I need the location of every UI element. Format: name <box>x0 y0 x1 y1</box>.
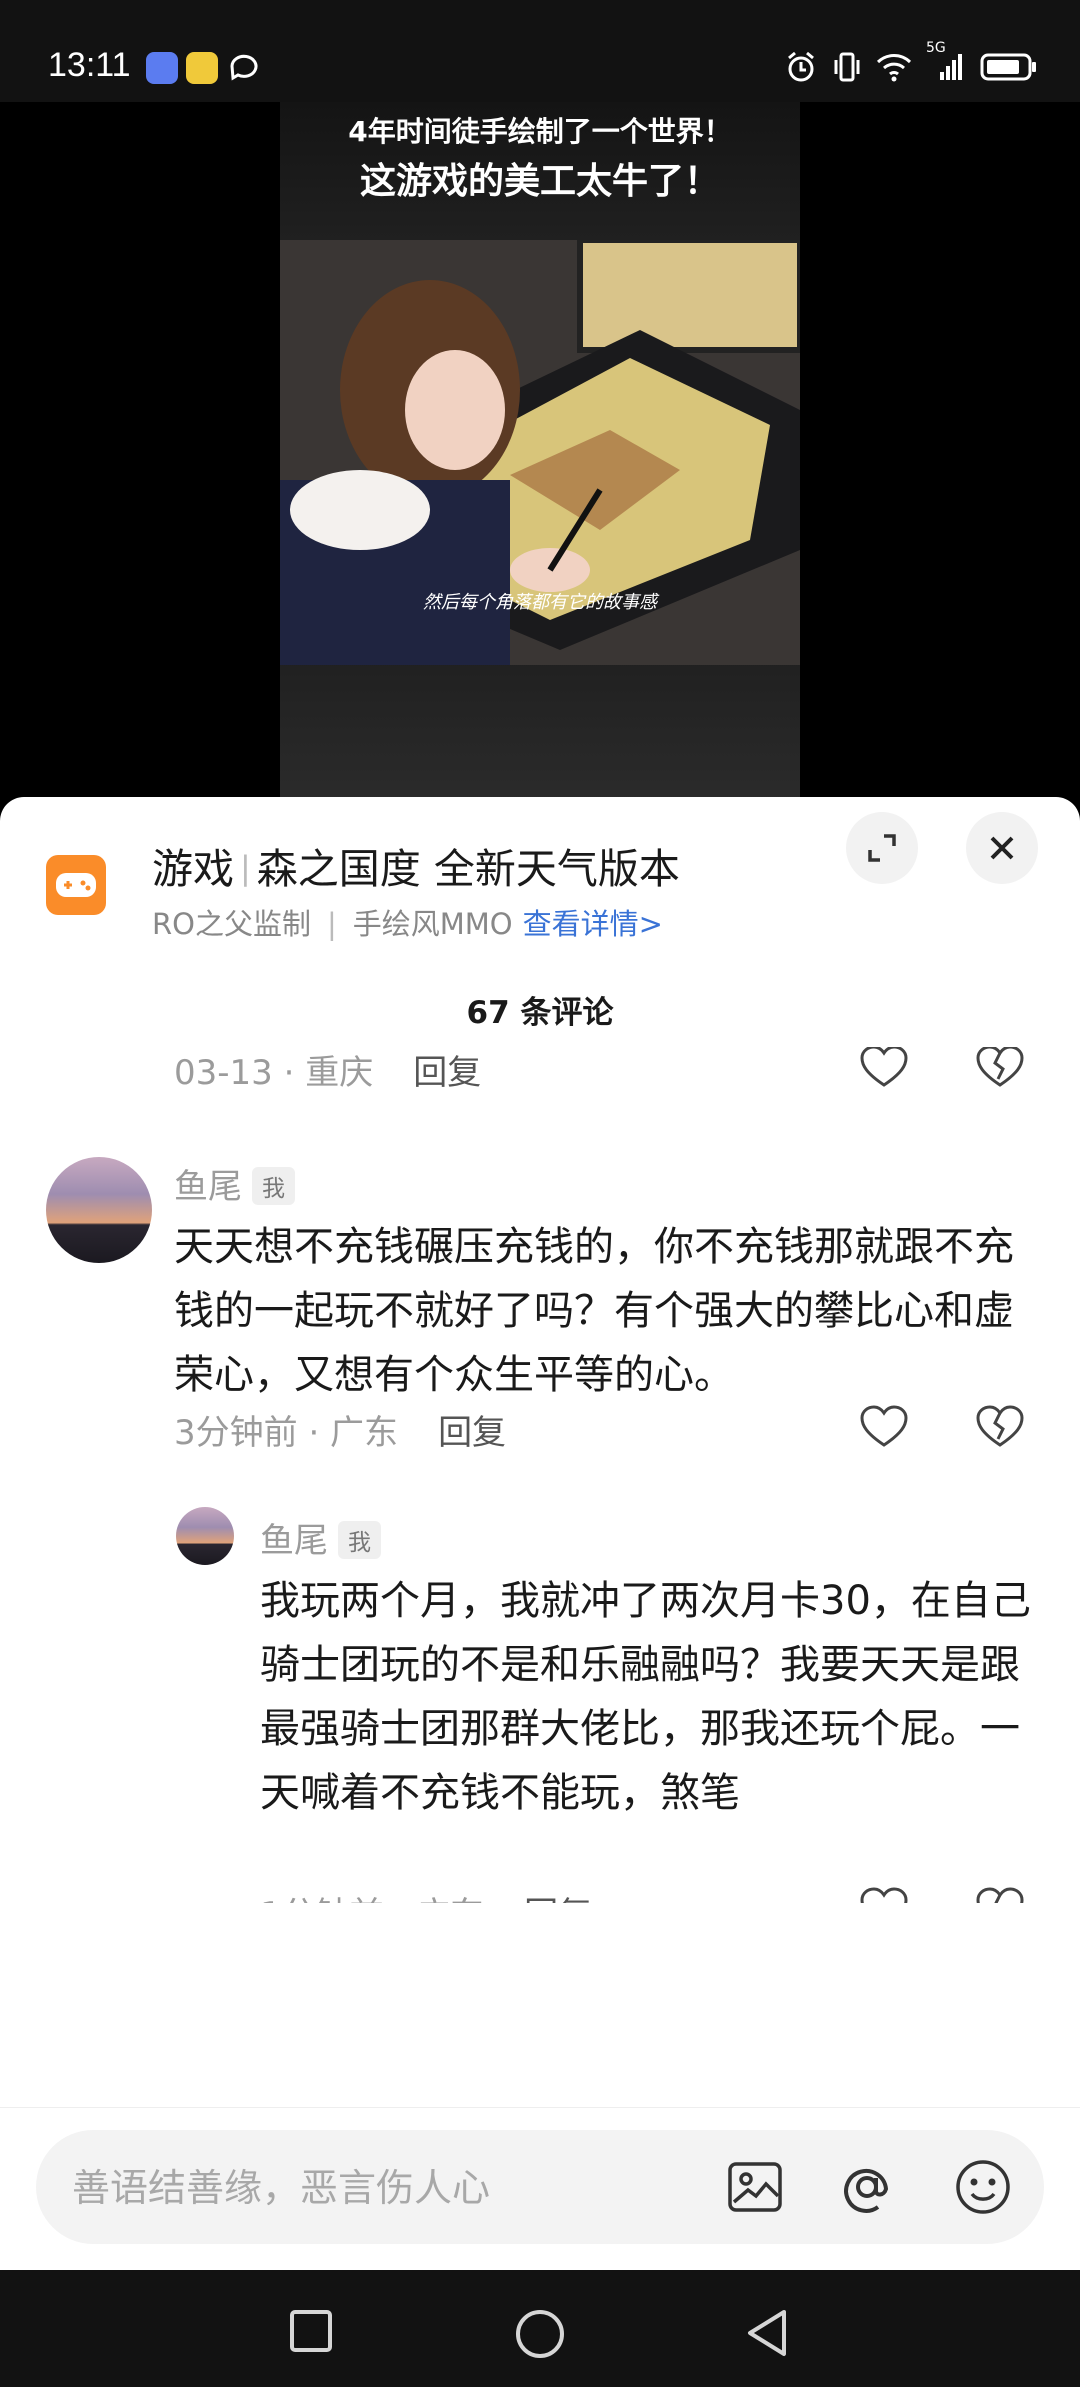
reply-button[interactable]: 回复 <box>373 1053 481 1093</box>
username: 鱼尾 <box>260 1521 328 1561</box>
back-button[interactable] <box>744 2308 790 2358</box>
reply-button[interactable]: 回复 <box>398 1413 506 1453</box>
expand-button[interactable] <box>846 812 918 884</box>
home-button[interactable] <box>514 2308 566 2360</box>
game-name: 森之国度 全新天气版本 <box>256 845 680 893</box>
video-frame: 4年时间徒手绘制了一个世界！ 这游戏的美工太牛了！ 然后每个角落都有它的故事感 <box>280 102 800 802</box>
at-icon[interactable] <box>838 2158 896 2216</box>
recent-apps-button[interactable] <box>288 2308 334 2354</box>
message-app-icon <box>228 52 260 84</box>
me-badge: 我 <box>338 1520 381 1559</box>
comment-input-bar <box>0 2107 1080 2288</box>
wifi-icon <box>876 52 912 82</box>
comment-meta: 03-13 · 重庆 回复 <box>174 1047 481 1094</box>
username: 鱼尾 <box>174 1167 242 1207</box>
comment-list[interactable]: 03-13 · 重庆 回复 鱼尾我 天天想不充钱碾压充钱的，你不充钱那就跟不充钱的… <box>0 1047 1080 1903</box>
reply-button[interactable]: 回复 <box>484 1895 592 1903</box>
me-badge: 我 <box>252 1166 295 1205</box>
gamepad-icon[interactable] <box>46 855 106 915</box>
comment-input-container <box>36 2130 1044 2246</box>
signal-icon: 5G <box>926 40 966 82</box>
comment-meta: 3分钟前 · 广东 回复 <box>174 1405 506 1454</box>
music-app-icon <box>146 52 178 84</box>
comment-text: 我玩两个月，我就冲了两次月卡30，在自己骑士团玩的不是和乐融融吗？我要天天是跟最… <box>260 1578 1031 1816</box>
comment-text: 天天想不充钱碾压充钱的，你不充钱那就跟不充钱的一起玩不就好了吗？有个强大的攀比心… <box>174 1224 1014 1398</box>
game-tag: RO之父监制 <box>152 907 311 941</box>
video-title-line2: 这游戏的美工太牛了！ <box>359 161 720 202</box>
heart-icon[interactable] <box>860 1405 908 1449</box>
battery-icon <box>980 52 1038 82</box>
system-navigation-bar <box>0 2270 1080 2387</box>
comment-time-location: 03-13 · 重庆 <box>174 1053 374 1093</box>
broken-heart-icon[interactable] <box>976 1047 1024 1089</box>
comment-meta: 1分钟前 · 广东回复 <box>260 1887 592 1903</box>
game-category: 游戏 <box>152 845 234 893</box>
comment-time-location: 3分钟前 · 广东 <box>174 1413 399 1453</box>
close-button[interactable] <box>966 812 1038 884</box>
video-subtitle: 然后每个角落都有它的故事感 <box>423 592 657 613</box>
video-player[interactable]: 4年时间徒手绘制了一个世界！ 这游戏的美工太牛了！ 然后每个角落都有它的故事感 <box>0 102 1080 802</box>
heart-icon[interactable] <box>860 1887 908 1903</box>
heart-icon[interactable] <box>860 1047 908 1089</box>
browser-app-icon <box>186 52 218 84</box>
emoji-icon[interactable] <box>954 2158 1012 2216</box>
status-bar: 13:11 5G <box>0 0 1080 102</box>
close-icon <box>990 836 1014 860</box>
expand-icon <box>868 834 896 862</box>
comment-count: 67 条评论 <box>466 995 614 1031</box>
comment-input[interactable] <box>70 2130 694 2246</box>
game-card-title[interactable]: 游戏 | 森之国度 全新天气版本 <box>152 835 680 895</box>
status-time: 13:11 <box>48 46 131 84</box>
broken-heart-icon[interactable] <box>976 1887 1024 1903</box>
comment-author[interactable]: 鱼尾我 <box>260 1513 381 1562</box>
network-label: 5G <box>926 40 946 56</box>
comment-author[interactable]: 鱼尾我 <box>174 1159 295 1208</box>
avatar[interactable] <box>176 1507 234 1565</box>
comment-time-location: 1分钟前 · 广东 <box>260 1895 484 1903</box>
game-tag: 手绘风MMO <box>352 907 513 941</box>
video-title-line1: 4年时间徒手绘制了一个世界！ <box>348 115 732 148</box>
alarm-icon <box>784 50 818 84</box>
vibrate-icon <box>832 50 862 84</box>
image-icon[interactable] <box>726 2158 784 2216</box>
avatar[interactable] <box>46 1157 152 1263</box>
view-details-link[interactable]: 查看详情> <box>513 907 663 941</box>
game-card-subtitle: RO之父监制 | 手绘风MMO 查看详情> <box>152 907 663 941</box>
comment-sheet: 游戏 | 森之国度 全新天气版本 RO之父监制 | 手绘风MMO 查看详情> 67 条评论… <box>0 797 1080 2387</box>
broken-heart-icon[interactable] <box>976 1405 1024 1449</box>
